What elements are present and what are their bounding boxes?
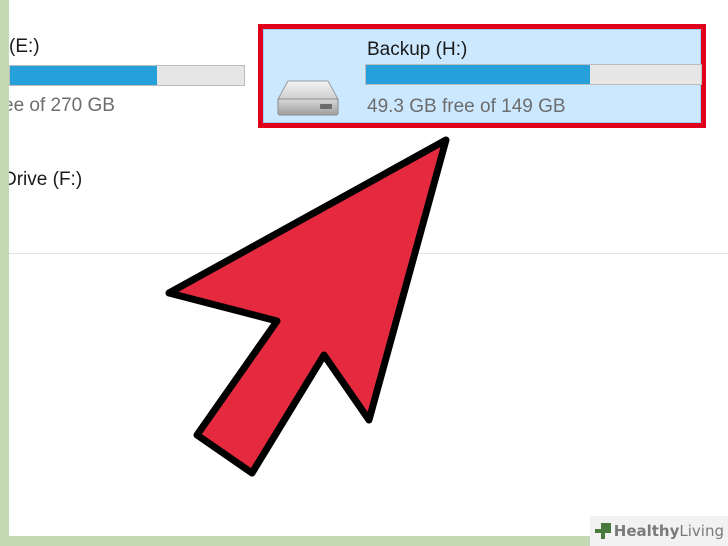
drive-e-usage-fill (10, 66, 158, 85)
healthy-living-wordmark: HealthyLiving (614, 522, 724, 540)
pointer-arrow-icon (165, 136, 450, 477)
drive-f-label: Drive (F:) (9, 169, 83, 190)
file-explorer-devices-pane: (E:) ee of 270 GB Drive (F:) Backup (H:)… (9, 0, 728, 536)
brand-light: Living (679, 522, 724, 540)
hard-drive-icon (277, 80, 339, 116)
healthy-living-watermark: HealthyLiving (589, 516, 728, 546)
drive-h-usage-bar (365, 64, 702, 85)
healthy-living-logo-icon (594, 523, 611, 539)
drive-e-usage-bar (9, 65, 245, 86)
drive-h-label: Backup (H:) (367, 39, 468, 60)
drive-h-free-space: 49.3 GB free of 149 GB (367, 96, 566, 117)
drive-h-usage-fill (366, 65, 591, 84)
drive-e-free-space: ee of 270 GB (9, 95, 115, 116)
drive-tile-backup-h[interactable]: Backup (H:) 49.3 GB free of 149 GB (258, 24, 706, 128)
brand-bold: Healthy (613, 522, 680, 540)
drive-e-label: (E:) (9, 36, 40, 57)
